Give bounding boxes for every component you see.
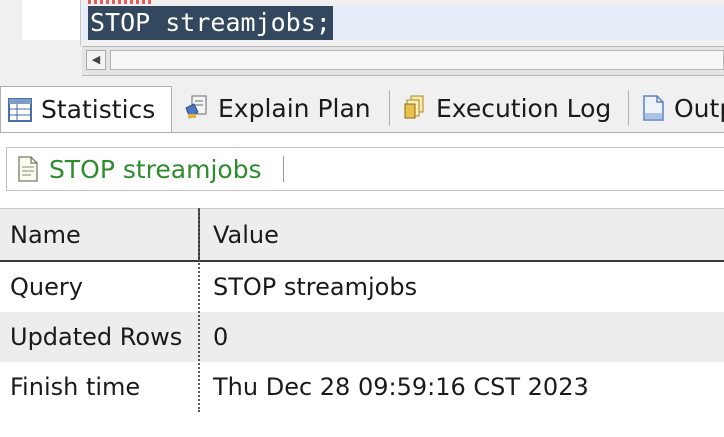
gutter-divider [80,0,81,46]
scroll-left-button[interactable]: ◀ [86,50,106,70]
row-value-cell: 0 [213,323,229,351]
query-link[interactable]: STOP streamjobs [17,148,262,190]
statistics-grid: Name Value Query STOP streamjobs Updated… [0,208,724,412]
query-bar-separator [283,156,284,182]
execution-log-icon [404,95,424,119]
row-value-cell: Thu Dec 28 09:59:16 CST 2023 [213,373,589,401]
tab-separator [628,90,629,126]
explain-plan-icon [185,95,207,119]
query-selector-bar: STOP streamjobs [6,147,724,191]
result-tab-strip: Statistics Explain Plan Execution Log Ou… [0,86,724,132]
table-row[interactable]: Finish time Thu Dec 28 09:59:16 CST 2023 [0,362,724,412]
chevron-left-icon: ◀ [91,53,101,66]
column-header-value[interactable]: Value [213,209,279,261]
output-document-icon [643,95,664,121]
previous-line-fragment [88,0,152,4]
tab-output[interactable]: Output [634,86,724,130]
editor-gutter [22,0,80,40]
row-name-cell: Finish time [10,373,141,401]
query-link-label: STOP streamjobs [49,154,262,184]
grid-header: Name Value [0,208,724,262]
sql-editor[interactable]: STOP streamjobs; [0,0,724,46]
statistics-table-icon [8,97,32,122]
column-divider [198,208,200,412]
column-header-name[interactable]: Name [10,209,81,261]
table-row[interactable]: Updated Rows 0 [0,312,724,362]
tab-label: Statistics [41,95,156,124]
row-name-cell: Updated Rows [10,323,183,351]
tab-label: Output [674,93,724,123]
selected-code-text[interactable]: STOP streamjobs; [88,6,333,40]
tab-label: Explain Plan [218,93,371,123]
tab-statistics[interactable]: Statistics [0,86,172,132]
sql-document-icon [18,156,38,182]
editor-horizontal-scrollbar[interactable]: ◀ [82,46,724,76]
table-row[interactable]: Query STOP streamjobs [0,262,724,312]
tab-label: Execution Log [436,93,612,123]
tab-separator [389,90,390,126]
row-name-cell: Query [10,273,83,301]
statistics-panel: STOP streamjobs Name Value Query STOP st… [0,132,724,437]
tab-execution-log[interactable]: Execution Log [396,86,626,130]
row-value-cell: STOP streamjobs [213,273,418,301]
tab-explain-plan[interactable]: Explain Plan [178,86,386,130]
current-code-line[interactable]: STOP streamjobs; [82,6,724,40]
scrollbar-thumb[interactable] [110,50,724,70]
